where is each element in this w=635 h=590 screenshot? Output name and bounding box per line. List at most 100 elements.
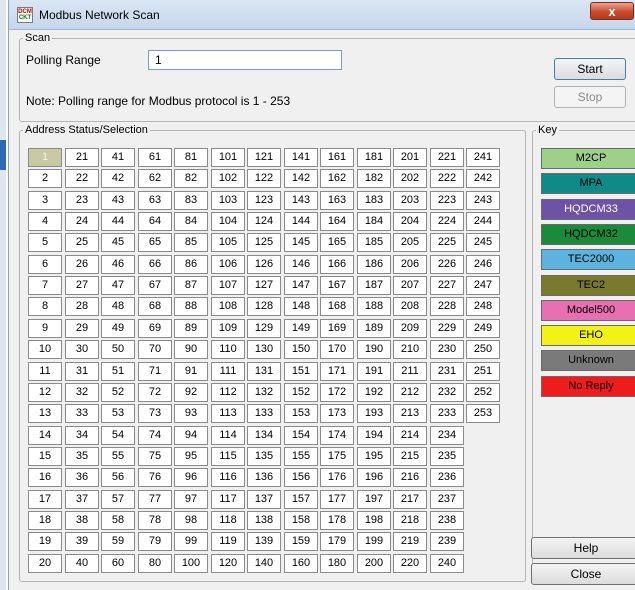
close-button[interactable]: Close bbox=[531, 563, 635, 585]
address-cell-3[interactable]: 3 bbox=[28, 191, 62, 210]
address-cell-212[interactable]: 212 bbox=[393, 383, 427, 402]
address-cell-234[interactable]: 234 bbox=[430, 426, 464, 445]
address-cell-145[interactable]: 145 bbox=[284, 233, 318, 252]
address-cell-127[interactable]: 127 bbox=[247, 276, 281, 295]
address-cell-66[interactable]: 66 bbox=[138, 255, 172, 274]
address-cell-91[interactable]: 91 bbox=[174, 362, 208, 381]
address-cell-26[interactable]: 26 bbox=[65, 255, 99, 274]
address-cell-16[interactable]: 16 bbox=[28, 468, 62, 487]
address-cell-57[interactable]: 57 bbox=[101, 490, 135, 509]
address-cell-52[interactable]: 52 bbox=[101, 383, 135, 402]
address-cell-39[interactable]: 39 bbox=[65, 532, 99, 551]
address-cell-53[interactable]: 53 bbox=[101, 404, 135, 423]
address-cell-120[interactable]: 120 bbox=[211, 554, 245, 573]
address-cell-78[interactable]: 78 bbox=[138, 511, 172, 530]
address-cell-61[interactable]: 61 bbox=[138, 148, 172, 167]
address-cell-215[interactable]: 215 bbox=[393, 447, 427, 466]
address-cell-167[interactable]: 167 bbox=[320, 276, 354, 295]
address-cell-80[interactable]: 80 bbox=[138, 554, 172, 573]
address-cell-83[interactable]: 83 bbox=[174, 191, 208, 210]
address-cell-109[interactable]: 109 bbox=[211, 319, 245, 338]
address-cell-201[interactable]: 201 bbox=[393, 148, 427, 167]
address-cell-44[interactable]: 44 bbox=[101, 212, 135, 231]
address-cell-108[interactable]: 108 bbox=[211, 297, 245, 316]
address-cell-209[interactable]: 209 bbox=[393, 319, 427, 338]
address-cell-51[interactable]: 51 bbox=[101, 362, 135, 381]
address-cell-14[interactable]: 14 bbox=[28, 426, 62, 445]
address-cell-237[interactable]: 237 bbox=[430, 490, 464, 509]
address-cell-211[interactable]: 211 bbox=[393, 362, 427, 381]
address-cell-186[interactable]: 186 bbox=[357, 255, 391, 274]
address-cell-184[interactable]: 184 bbox=[357, 212, 391, 231]
address-cell-96[interactable]: 96 bbox=[174, 468, 208, 487]
address-cell-43[interactable]: 43 bbox=[101, 191, 135, 210]
address-cell-123[interactable]: 123 bbox=[247, 191, 281, 210]
address-cell-191[interactable]: 191 bbox=[357, 362, 391, 381]
address-cell-217[interactable]: 217 bbox=[393, 490, 427, 509]
address-cell-222[interactable]: 222 bbox=[430, 169, 464, 188]
address-cell-71[interactable]: 71 bbox=[138, 362, 172, 381]
address-cell-219[interactable]: 219 bbox=[393, 532, 427, 551]
address-cell-99[interactable]: 99 bbox=[174, 532, 208, 551]
address-cell-192[interactable]: 192 bbox=[357, 383, 391, 402]
address-cell-56[interactable]: 56 bbox=[101, 468, 135, 487]
address-cell-106[interactable]: 106 bbox=[211, 255, 245, 274]
address-cell-139[interactable]: 139 bbox=[247, 532, 281, 551]
address-cell-101[interactable]: 101 bbox=[211, 148, 245, 167]
address-cell-178[interactable]: 178 bbox=[320, 511, 354, 530]
address-cell-213[interactable]: 213 bbox=[393, 404, 427, 423]
address-cell-162[interactable]: 162 bbox=[320, 169, 354, 188]
address-cell-160[interactable]: 160 bbox=[284, 554, 318, 573]
address-cell-151[interactable]: 151 bbox=[284, 362, 318, 381]
address-cell-153[interactable]: 153 bbox=[284, 404, 318, 423]
address-cell-58[interactable]: 58 bbox=[101, 511, 135, 530]
address-cell-193[interactable]: 193 bbox=[357, 404, 391, 423]
address-cell-137[interactable]: 137 bbox=[247, 490, 281, 509]
address-cell-136[interactable]: 136 bbox=[247, 468, 281, 487]
address-cell-27[interactable]: 27 bbox=[65, 276, 99, 295]
address-cell-159[interactable]: 159 bbox=[284, 532, 318, 551]
address-cell-17[interactable]: 17 bbox=[28, 490, 62, 509]
address-cell-194[interactable]: 194 bbox=[357, 426, 391, 445]
address-cell-177[interactable]: 177 bbox=[320, 490, 354, 509]
address-cell-10[interactable]: 10 bbox=[28, 340, 62, 359]
address-cell-86[interactable]: 86 bbox=[174, 255, 208, 274]
address-cell-157[interactable]: 157 bbox=[284, 490, 318, 509]
address-cell-11[interactable]: 11 bbox=[28, 362, 62, 381]
address-cell-8[interactable]: 8 bbox=[28, 297, 62, 316]
address-cell-135[interactable]: 135 bbox=[247, 447, 281, 466]
address-cell-249[interactable]: 249 bbox=[466, 319, 500, 338]
address-cell-55[interactable]: 55 bbox=[101, 447, 135, 466]
address-cell-161[interactable]: 161 bbox=[320, 148, 354, 167]
address-cell-92[interactable]: 92 bbox=[174, 383, 208, 402]
address-cell-84[interactable]: 84 bbox=[174, 212, 208, 231]
address-cell-223[interactable]: 223 bbox=[430, 191, 464, 210]
address-cell-62[interactable]: 62 bbox=[138, 169, 172, 188]
address-cell-21[interactable]: 21 bbox=[65, 148, 99, 167]
address-cell-125[interactable]: 125 bbox=[247, 233, 281, 252]
stop-button[interactable]: Stop bbox=[554, 86, 626, 108]
address-cell-158[interactable]: 158 bbox=[284, 511, 318, 530]
address-cell-232[interactable]: 232 bbox=[430, 383, 464, 402]
address-cell-28[interactable]: 28 bbox=[65, 297, 99, 316]
window-close-button[interactable]: x bbox=[590, 2, 634, 20]
address-cell-19[interactable]: 19 bbox=[28, 532, 62, 551]
address-cell-250[interactable]: 250 bbox=[466, 340, 500, 359]
address-cell-77[interactable]: 77 bbox=[138, 490, 172, 509]
address-cell-231[interactable]: 231 bbox=[430, 362, 464, 381]
address-cell-182[interactable]: 182 bbox=[357, 169, 391, 188]
address-cell-15[interactable]: 15 bbox=[28, 447, 62, 466]
address-cell-119[interactable]: 119 bbox=[211, 532, 245, 551]
address-cell-235[interactable]: 235 bbox=[430, 447, 464, 466]
address-cell-74[interactable]: 74 bbox=[138, 426, 172, 445]
address-cell-138[interactable]: 138 bbox=[247, 511, 281, 530]
address-cell-203[interactable]: 203 bbox=[393, 191, 427, 210]
address-cell-6[interactable]: 6 bbox=[28, 255, 62, 274]
address-cell-190[interactable]: 190 bbox=[357, 340, 391, 359]
address-cell-253[interactable]: 253 bbox=[466, 404, 500, 423]
address-cell-114[interactable]: 114 bbox=[211, 426, 245, 445]
address-cell-115[interactable]: 115 bbox=[211, 447, 245, 466]
address-cell-100[interactable]: 100 bbox=[174, 554, 208, 573]
address-cell-180[interactable]: 180 bbox=[320, 554, 354, 573]
address-cell-124[interactable]: 124 bbox=[247, 212, 281, 231]
